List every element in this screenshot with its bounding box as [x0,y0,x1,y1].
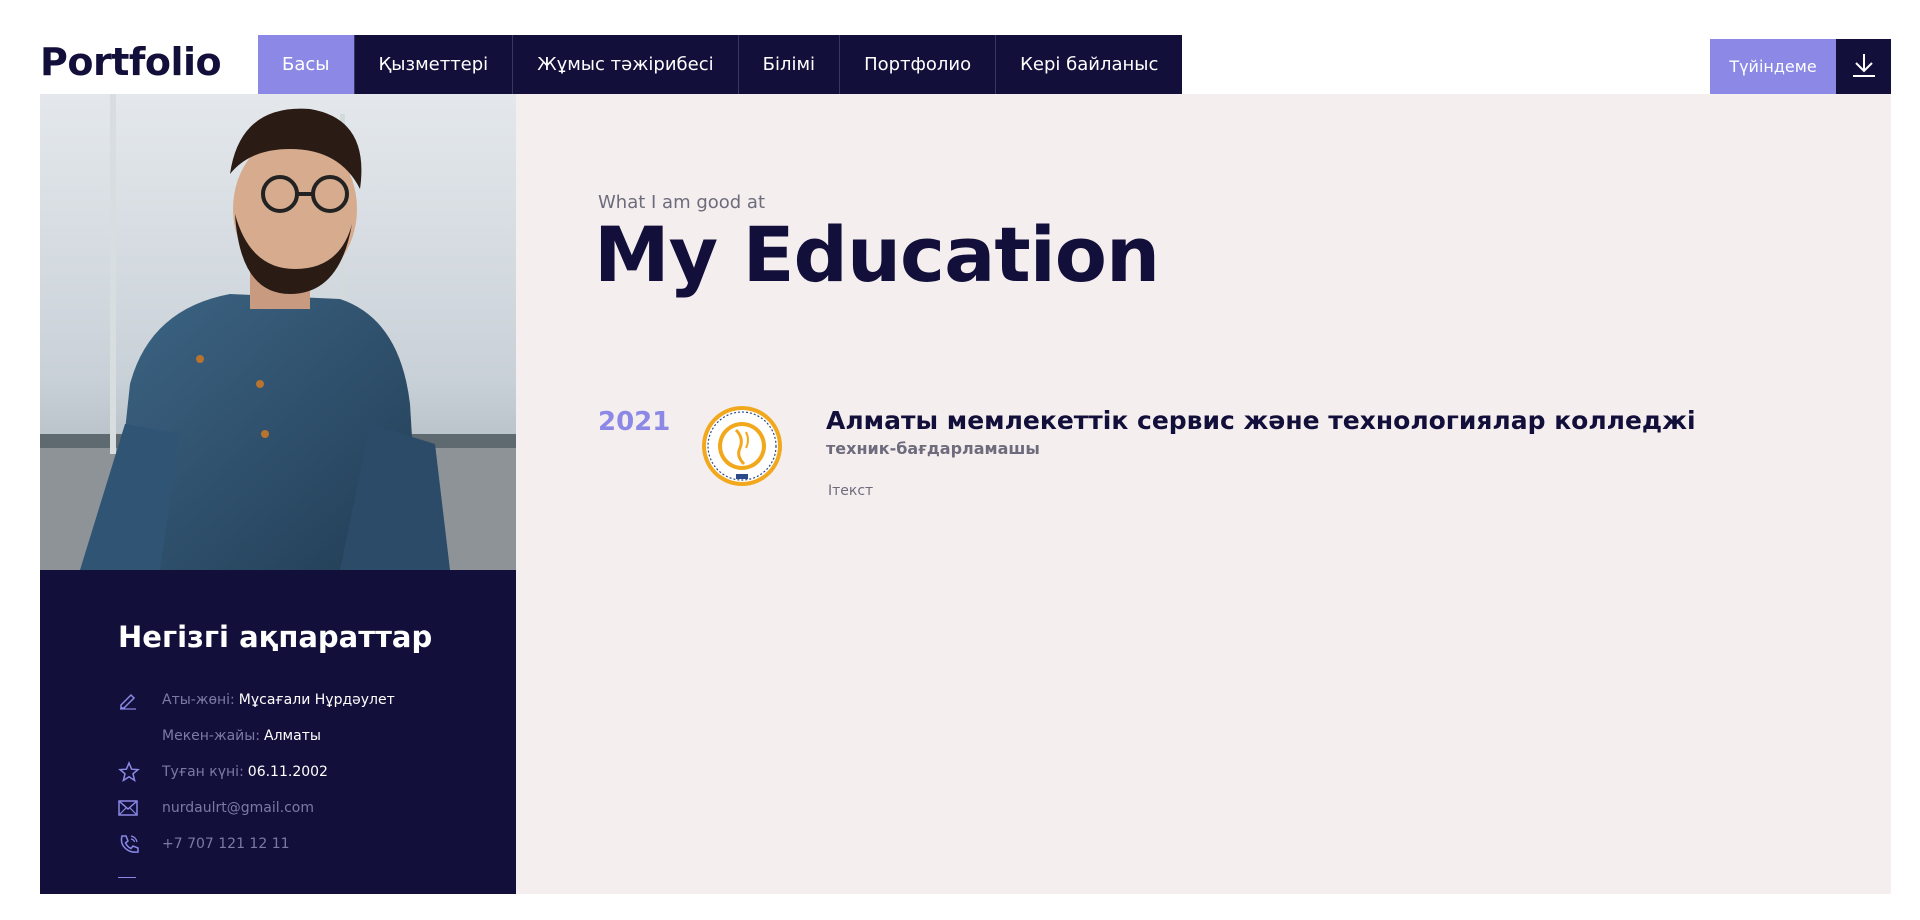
basic-info-panel: Негізгі ақпараттар Аты-жөні: Мұсағали Нұ… [40,570,516,894]
name-value: Мұсағали Нұрдәулет [238,692,395,708]
main-nav: Басы Қызметтері Жұмыс тәжірибесі Білімі … [258,35,1183,94]
info-row-email: nurdaulrt@gmail.com [118,790,516,826]
college-logo-icon [700,404,784,488]
address-label: Мекен-жайы: [162,728,261,744]
info-row-birth: Туған күні: 06.11.2002 [118,754,516,790]
name-label: Аты-жөні: [162,692,235,708]
education-degree: техник-бағдарламашы [826,439,1040,458]
address-value: Алматы [264,728,321,744]
info-row-name: Аты-жөні: Мұсағали Нұрдәулет [118,682,516,718]
basic-info-title: Негізгі ақпараттар [118,620,433,654]
page: Portfolio Басы Қызметтері Жұмыс тәжірибе… [0,0,1920,920]
info-row-address: Мекен-жайы: Алматы [118,718,516,754]
download-icon [1851,52,1877,82]
education-section: What I am good at My Education 2021 Алма… [516,94,1891,894]
birth-value: 06.11.2002 [247,764,328,780]
email-link[interactable]: nurdaulrt@gmail.com [162,800,314,816]
education-year: 2021 [598,407,671,437]
birth-label: Туған күні: [162,764,244,780]
pencil-icon [118,689,162,711]
profile-photo [40,94,516,570]
star-icon [118,761,162,783]
site-logo[interactable]: Portfolio [40,40,222,84]
nav-item-experience[interactable]: Жұмыс тәжірибесі [513,35,739,94]
nav-item-home[interactable]: Басы [258,35,355,94]
panel-divider [118,877,136,878]
nav-item-contact[interactable]: Кері байланыс [996,35,1183,94]
info-row-phone: +7 707 121 12 11 [118,826,516,862]
phone-icon [118,833,162,855]
phone-link[interactable]: +7 707 121 12 11 [162,836,290,852]
resume-button[interactable]: Түйіндеме [1710,39,1836,94]
section-title: My Education [594,210,1160,299]
education-description: Ітекст [828,483,874,499]
education-school: Алматы мемлекеттік сервис және технологи… [826,406,1696,435]
nav-item-portfolio[interactable]: Портфолио [840,35,997,94]
download-button[interactable] [1836,39,1891,94]
envelope-icon [118,797,162,819]
nav-item-education[interactable]: Білімі [738,35,841,94]
location-icon [118,725,162,747]
nav-item-services[interactable]: Қызметтері [354,35,514,94]
